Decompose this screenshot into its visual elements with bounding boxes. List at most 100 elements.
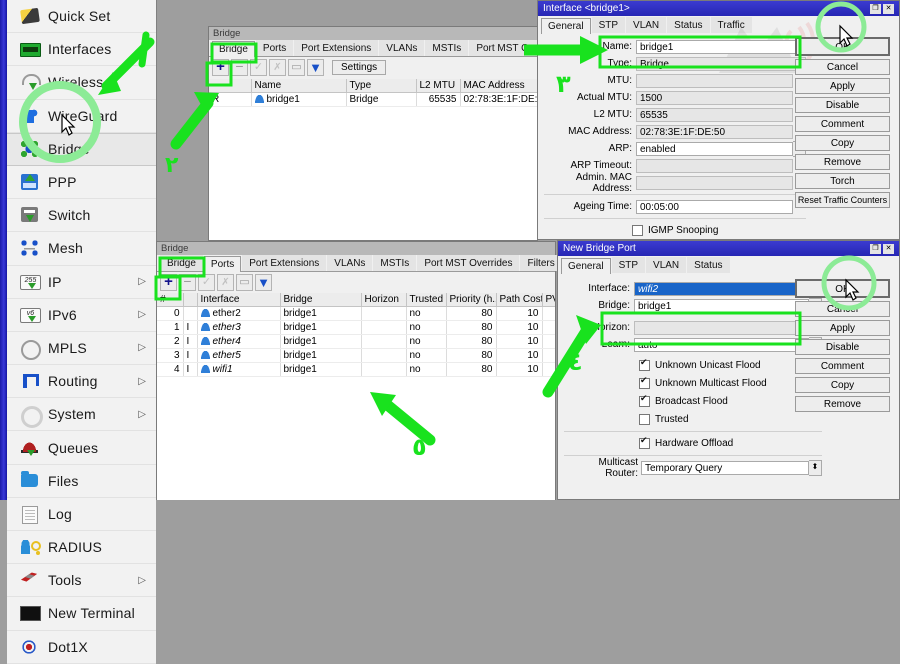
col-flags[interactable] <box>183 293 198 307</box>
tab-general[interactable]: General <box>561 258 611 274</box>
sidebar-item-radius[interactable]: RADIUS <box>7 531 156 565</box>
remove-button[interactable]: Remove <box>795 396 890 412</box>
col-index[interactable]: # <box>157 293 184 307</box>
ageing-time-input[interactable]: 00:05:00 <box>636 199 793 214</box>
checkbox-trusted[interactable]: Trusted <box>564 412 822 427</box>
field-mtu[interactable]: MTU: ▼ <box>544 73 806 88</box>
table-row[interactable]: 3 I ether5 bridge1 no 80 10 <box>157 348 555 363</box>
maximize-button[interactable]: ❐ <box>870 243 881 254</box>
interface-input[interactable]: wifi2 <box>634 281 809 296</box>
field-ageing-time[interactable]: Ageing Time: 00:05:00 <box>544 199 806 214</box>
col-pvid[interactable]: PVI <box>542 293 555 307</box>
ports-table-area[interactable]: # Interface Bridge Horizon Trusted Prior… <box>157 293 555 500</box>
sidebar-item-tools[interactable]: Tools ▷ <box>7 564 156 598</box>
tab-port-mst-overrides[interactable]: Port MST Overrides <box>417 255 520 271</box>
field-learn[interactable]: Learn: auto ⬍ <box>564 336 822 353</box>
checkbox-box[interactable] <box>639 375 650 389</box>
col-priority[interactable]: Priority (h... <box>446 293 497 307</box>
filter-button[interactable]: ▼ <box>307 59 324 76</box>
disable-button[interactable]: ✗ <box>217 274 234 291</box>
ok-button[interactable]: OK <box>795 279 890 298</box>
col-interface[interactable]: Interface <box>197 293 281 307</box>
sidebar-item-wireguard[interactable]: WireGuard <box>7 99 156 133</box>
torch-button[interactable]: Torch <box>795 173 890 189</box>
sidebar-item-wireless[interactable]: Wireless <box>7 66 156 100</box>
checkbox-box[interactable] <box>639 414 650 425</box>
add-button[interactable]: + <box>212 59 229 76</box>
cancel-button[interactable]: Cancel <box>795 301 890 317</box>
disable-button[interactable]: Disable <box>795 339 890 355</box>
tab-ports[interactable]: Ports <box>203 256 242 272</box>
checkbox-box[interactable] <box>632 225 643 236</box>
field-interface[interactable]: Interface: wifi2 ⬍ <box>564 280 822 297</box>
interface-bridge1-dialog[interactable]: Interface <bridge1> ❐ ✕ General STP VLAN… <box>537 0 900 240</box>
checkbox-broadcast-flood[interactable]: Broadcast Flood <box>564 393 822 409</box>
checkbox-igmp-snooping[interactable]: IGMP Snooping <box>544 223 806 238</box>
tab-vlans[interactable]: VLANs <box>327 255 373 271</box>
checkbox-box[interactable] <box>639 435 650 449</box>
close-icon[interactable]: ✕ <box>883 243 894 254</box>
ports-window-titlebar[interactable]: Bridge <box>157 242 555 255</box>
tab-stp[interactable]: STP <box>611 257 646 273</box>
remove-button[interactable]: − <box>179 274 196 291</box>
mtu-input[interactable] <box>636 73 793 88</box>
copy-button[interactable]: Copy <box>795 135 890 151</box>
col-path-cost[interactable]: Path Cost <box>496 293 543 307</box>
arp-input[interactable]: enabled <box>636 141 793 156</box>
sidebar-item-ipv6[interactable]: v6 IPv6 ▷ <box>7 298 156 332</box>
tab-general[interactable]: General <box>541 18 591 34</box>
col-l2mtu[interactable]: L2 MTU <box>416 79 461 93</box>
comment-button[interactable]: Comment <box>795 116 890 132</box>
multicast-router-input[interactable]: Temporary Query <box>641 460 809 475</box>
checkbox-hardware-offload[interactable]: Hardware Offload <box>564 435 822 451</box>
tab-vlan[interactable]: VLAN <box>646 257 687 273</box>
admin-mac-input[interactable] <box>636 175 793 190</box>
sidebar-item-files[interactable]: Files <box>7 464 156 498</box>
field-admin-mac-address[interactable]: Admin. MAC Address: ▼ <box>544 172 806 194</box>
checkbox-box[interactable] <box>639 357 650 371</box>
col-trusted[interactable]: Trusted <box>406 293 447 307</box>
enable-button[interactable]: ✓ <box>198 274 215 291</box>
checkbox-box[interactable] <box>639 393 650 407</box>
name-input[interactable]: bridge1 <box>636 39 806 54</box>
col-type[interactable]: Type <box>346 79 417 93</box>
new-bridge-port-dialog[interactable]: New Bridge Port ❐ ✕ General STP VLAN Sta… <box>557 240 900 500</box>
field-multicast-router[interactable]: Multicast Router: Temporary Query ⬍ <box>564 457 822 479</box>
interface-dialog-buttons[interactable]: OK Cancel Apply Disable Comment Copy Rem… <box>795 37 893 211</box>
maximize-button[interactable]: ❐ <box>870 3 881 14</box>
sidebar-item-mesh[interactable]: Mesh <box>7 232 156 266</box>
sidebar-item-switch[interactable]: Switch <box>7 199 156 233</box>
new-bridge-port-titlebar[interactable]: New Bridge Port ❐ ✕ <box>558 241 899 256</box>
field-arp[interactable]: ARP: enabled ⬍ <box>544 140 806 157</box>
field-horizon[interactable]: Horizon: ▼ <box>564 320 822 335</box>
tab-filters[interactable]: Filters <box>520 255 562 271</box>
close-icon[interactable]: ✕ <box>883 3 894 14</box>
cancel-button[interactable]: Cancel <box>795 59 890 75</box>
remove-button[interactable]: Remove <box>795 154 890 170</box>
comment-button[interactable]: ▭ <box>236 274 253 291</box>
disable-button[interactable]: ✗ <box>269 59 286 76</box>
bridge-input[interactable]: bridge1 <box>634 298 809 313</box>
ports-window-tabbar[interactable]: Bridge Ports Port Extensions VLANs MSTIs… <box>157 255 637 272</box>
field-type[interactable]: Type: Bridge <box>544 56 806 71</box>
ports-window-toolbar[interactable]: + − ✓ ✗ ▭ ▼ <box>157 272 555 293</box>
tab-mstis[interactable]: MSTIs <box>373 255 417 271</box>
bridge-window-tabbar[interactable]: Bridge Ports Port Extensions VLANs MSTIs… <box>209 40 648 57</box>
horizon-input[interactable] <box>634 320 809 335</box>
add-button[interactable]: + <box>160 274 177 291</box>
new-bridge-port-form[interactable]: Interface: wifi2 ⬍ Bridge: bridge1 ⬍ Hor… <box>564 280 822 479</box>
bridge-window-toolbar[interactable]: + − ✓ ✗ ▭ ▼ Settings <box>209 57 537 78</box>
tab-mstis[interactable]: MSTIs <box>425 40 469 56</box>
sidebar-item-mpls[interactable]: MPLS ▷ <box>7 331 156 366</box>
comment-button[interactable]: ▭ <box>288 59 305 76</box>
settings-button[interactable]: Settings <box>332 60 387 75</box>
apply-button[interactable]: Apply <box>795 78 890 94</box>
arp-timeout-input[interactable] <box>636 158 793 173</box>
field-name[interactable]: Name: bridge1 <box>544 39 806 54</box>
table-row[interactable]: 4 I wifi1 bridge1 no 80 10 <box>157 362 555 377</box>
remove-button[interactable]: − <box>231 59 248 76</box>
comment-button[interactable]: Comment <box>795 358 890 374</box>
copy-button[interactable]: Copy <box>795 377 890 393</box>
tab-ports[interactable]: Ports <box>255 40 294 56</box>
table-row[interactable]: 1 I ether3 bridge1 no 80 10 <box>157 320 555 335</box>
